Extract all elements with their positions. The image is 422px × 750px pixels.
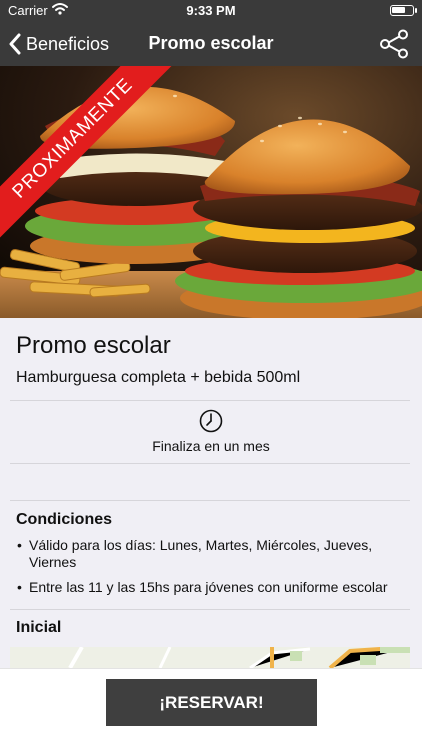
map-tiles bbox=[10, 647, 410, 668]
conditions-heading: Condiciones bbox=[16, 511, 113, 528]
condition-item: Válido para los días: Lunes, Martes, Mié… bbox=[17, 537, 412, 571]
status-time: 9:33 PM bbox=[186, 3, 236, 18]
promo-description: Hamburguesa completa + bebida 500ml bbox=[16, 369, 301, 386]
reserve-button[interactable]: ¡RESERVAR! bbox=[106, 679, 317, 726]
share-icon[interactable] bbox=[378, 28, 410, 60]
battery-fill bbox=[392, 7, 405, 13]
promo-title: Promo escolar bbox=[16, 332, 171, 359]
promo-end-date: Finaliza en un mes bbox=[152, 438, 270, 454]
location-map[interactable] bbox=[10, 647, 410, 668]
divider bbox=[10, 400, 410, 401]
battery-icon bbox=[390, 5, 417, 16]
promo-details: Promo escolar Hamburguesa completa + beb… bbox=[0, 318, 422, 668]
page-title: Promo escolar bbox=[148, 33, 274, 53]
divider bbox=[10, 609, 410, 610]
clock-icon bbox=[199, 409, 223, 433]
navigation-bar: Carrier 9:33 PM Beneficios Promo escolar bbox=[0, 0, 422, 66]
promo-image: PROXIMAMENTE bbox=[0, 66, 422, 318]
bottom-bar: ¡RESERVAR! bbox=[0, 668, 422, 750]
divider bbox=[10, 463, 410, 464]
conditions-list: Válido para los días: Lunes, Martes, Mié… bbox=[17, 537, 412, 604]
status-bar: Carrier 9:33 PM bbox=[0, 0, 422, 22]
divider bbox=[10, 500, 410, 501]
condition-item: Entre las 11 y las 15hs para jóvenes con… bbox=[17, 579, 412, 596]
location-heading: Inicial bbox=[16, 619, 62, 636]
burger-illustration bbox=[0, 66, 422, 318]
